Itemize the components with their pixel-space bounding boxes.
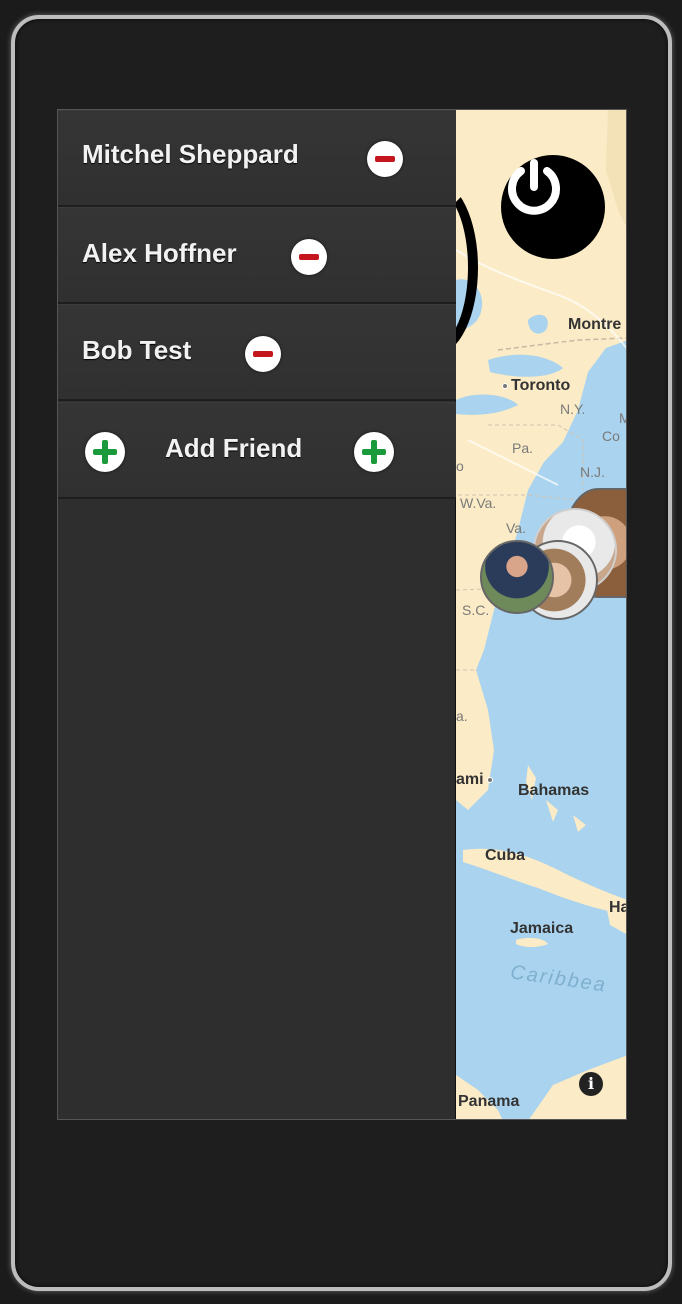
map-label-o: o — [456, 458, 464, 474]
map-label-ha: Ha — [609, 899, 626, 916]
add-friend-row[interactable]: Add Friend — [58, 402, 456, 499]
power-button[interactable] — [501, 155, 605, 259]
power-icon — [508, 159, 560, 215]
map-label-nj: N.J. — [580, 464, 605, 480]
friend-name: Mitchel Sheppard — [82, 139, 299, 169]
info-icon[interactable]: i — [579, 1072, 603, 1096]
app-screen: Montre Toronto N.Y. M Co Pa. o N.J. W.Va… — [57, 109, 627, 1120]
map-label-panama: Panama — [458, 1093, 520, 1110]
map-label-pa: Pa. — [512, 440, 534, 456]
map-label-va: Va. — [506, 520, 526, 536]
friend-row[interactable]: Alex Hoffner — [58, 207, 456, 304]
map-label-jamaica: Jamaica — [510, 920, 574, 937]
friend-avatar-marker[interactable] — [480, 540, 554, 614]
map-label-wva: W.Va. — [460, 495, 497, 511]
map-label-sc: S.C. — [462, 602, 490, 618]
map-label-ny: N.Y. — [560, 401, 586, 417]
friend-row[interactable]: Mitchel Sheppard — [58, 110, 456, 207]
map-label-fla: a. — [456, 708, 468, 724]
minus-circle-icon — [375, 156, 395, 162]
add-friend-button-left[interactable] — [85, 432, 125, 472]
add-friend-button-right[interactable] — [354, 432, 394, 472]
friend-name: Bob Test — [82, 335, 192, 365]
minus-circle-icon — [253, 351, 273, 357]
remove-friend-button[interactable] — [367, 141, 403, 177]
minus-circle-icon — [299, 254, 319, 260]
friend-row[interactable]: Bob Test — [58, 304, 456, 401]
map-label-co: Co — [602, 428, 620, 444]
map-label-miami: ami — [456, 771, 496, 789]
map-label-toronto: Toronto — [499, 377, 570, 395]
remove-friend-button[interactable] — [291, 239, 327, 275]
friend-name: Alex Hoffner — [82, 238, 237, 268]
map-label-m: M — [619, 410, 626, 426]
map-label-cuba: Cuba — [485, 847, 525, 864]
friends-drawer: Mitchel Sheppard Alex Hoffner Bob Test A… — [58, 110, 456, 1119]
remove-friend-button[interactable] — [245, 336, 281, 372]
map-label-bahamas: Bahamas — [518, 782, 590, 799]
map-label-montreal: Montre — [568, 316, 622, 333]
add-friend-label: Add Friend — [165, 433, 303, 463]
city-dot-icon — [486, 776, 493, 783]
city-dot-icon — [502, 382, 508, 389]
